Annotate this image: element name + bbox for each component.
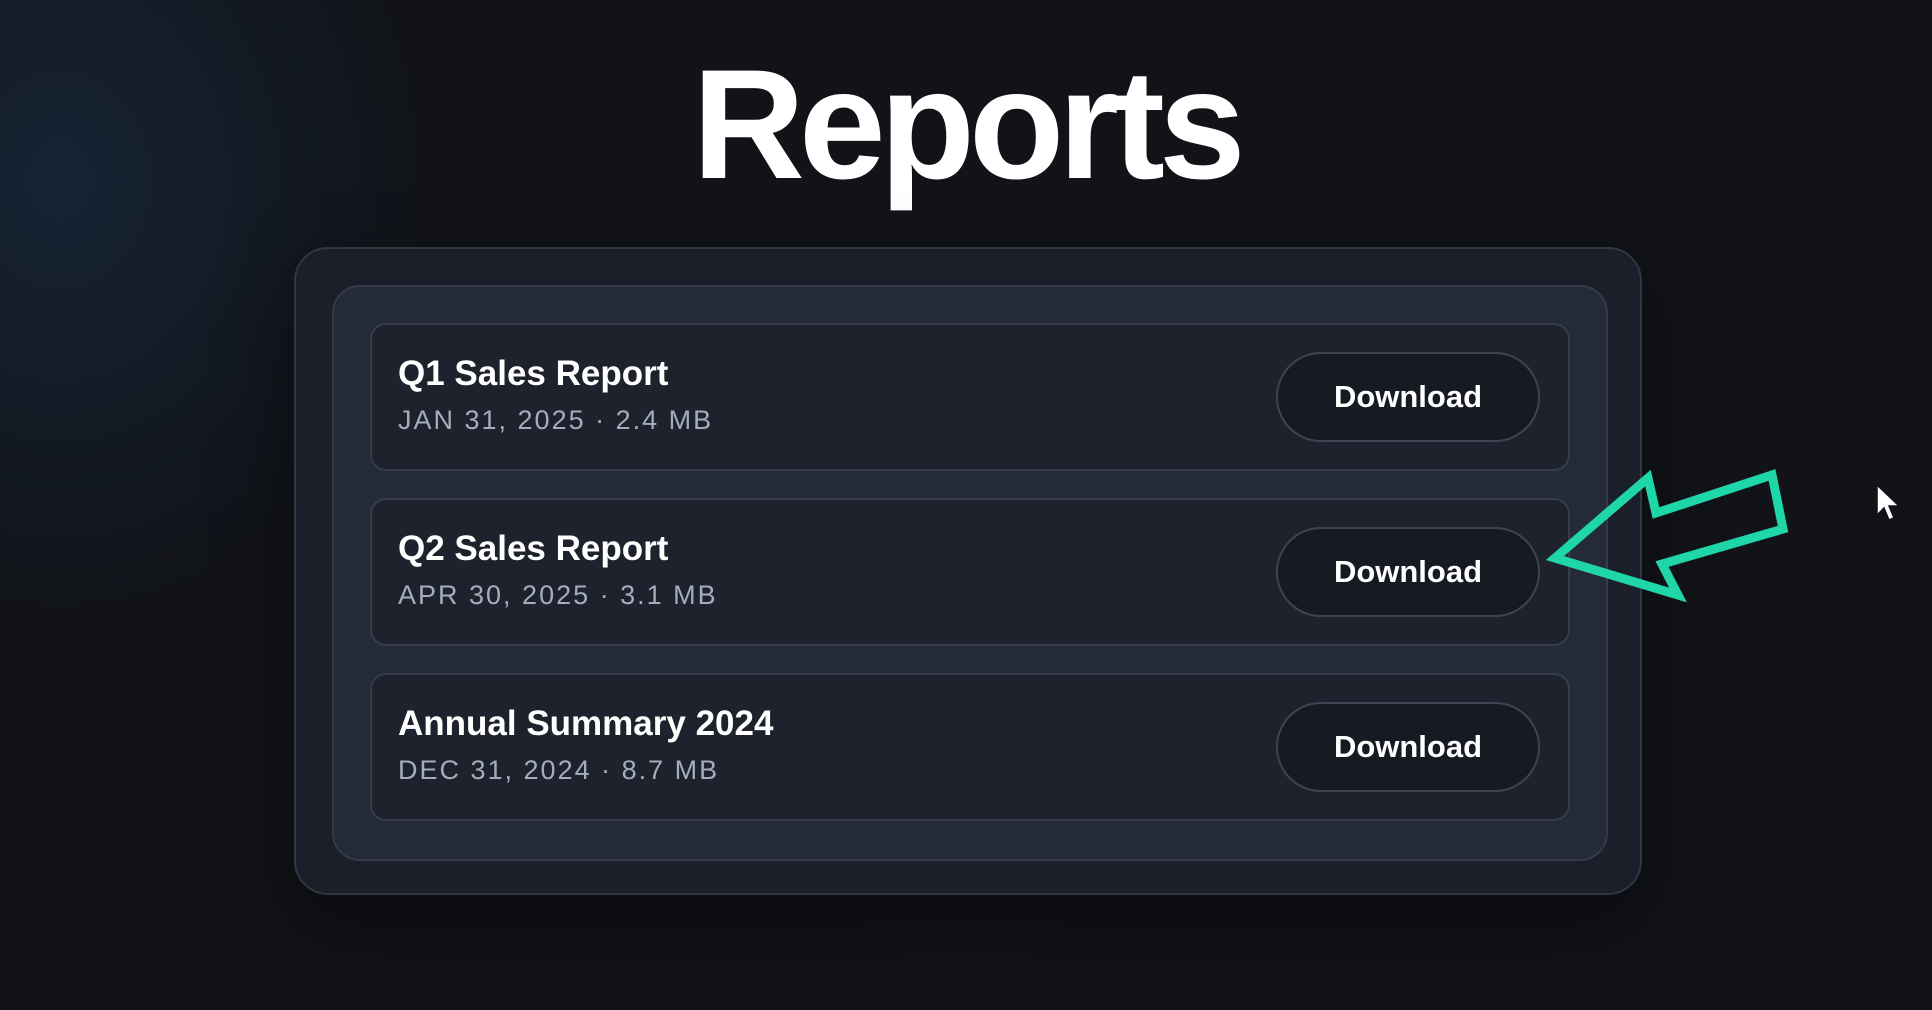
report-meta: APR 30, 2025 · 3.1 MB [398,580,718,610]
report-title: Q2 Sales Report [398,529,669,568]
reports-panel: Q1 Sales Report JAN 31, 2025 · 2.4 MB Do… [332,285,1608,861]
arrow-pointer-icon [1545,469,1789,603]
report-row-annual-2024: Annual Summary 2024 DEC 31, 2024 · 8.7 M… [370,673,1570,821]
report-meta: JAN 31, 2025 · 2.4 MB [398,405,714,435]
report-row-q1: Q1 Sales Report JAN 31, 2025 · 2.4 MB Do… [370,323,1570,471]
report-meta: DEC 31, 2024 · 8.7 MB [398,755,720,785]
report-title: Annual Summary 2024 [398,704,774,743]
report-title: Q1 Sales Report [398,354,669,393]
report-row-q2: Q2 Sales Report APR 30, 2025 · 3.1 MB Do… [370,498,1570,646]
report-list: Q1 Sales Report JAN 31, 2025 · 2.4 MB Do… [370,323,1570,848]
reports-card: Q1 Sales Report JAN 31, 2025 · 2.4 MB Do… [294,247,1642,895]
arrow-pointer-shape [1545,469,1789,603]
page-title: Reports [692,38,1245,212]
mouse-cursor-icon [1876,484,1900,521]
download-button-annual-2024[interactable]: Download [1276,702,1540,792]
download-button-q2[interactable]: Download [1276,527,1540,617]
download-button-q1[interactable]: Download [1276,352,1540,442]
mouse-cursor-shape [1876,484,1900,521]
